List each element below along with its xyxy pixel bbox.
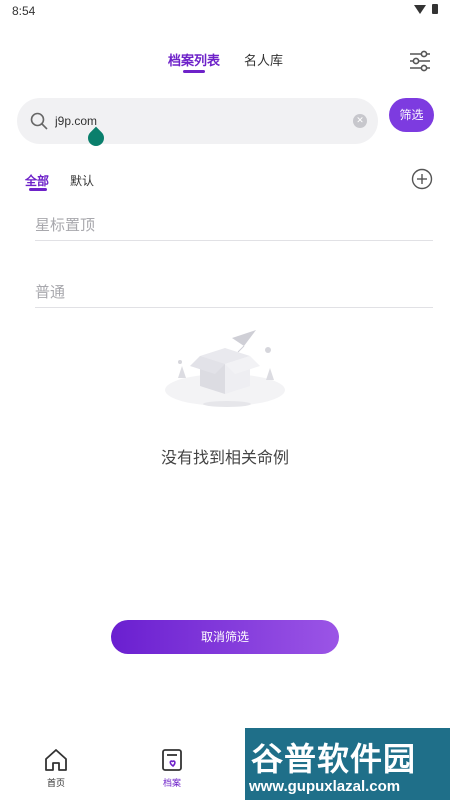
watermark-chinese-text: 谷普软件园 <box>251 740 417 778</box>
archive-icon <box>162 749 182 771</box>
add-category-icon[interactable] <box>411 168 433 190</box>
home-icon <box>45 749 67 771</box>
status-time: 8:54 <box>12 4 36 18</box>
nav-item-archive[interactable]: 档案 <box>142 740 202 789</box>
settings-sliders-icon[interactable] <box>408 50 432 72</box>
category-tab-all[interactable]: 全部 <box>25 172 49 189</box>
search-box[interactable]: ✕ <box>17 98 378 144</box>
clear-search-icon[interactable]: ✕ <box>353 114 367 128</box>
active-tab-indicator <box>183 70 205 73</box>
empty-box-illustration-icon <box>165 330 285 407</box>
section-normal: 普通 <box>35 281 433 308</box>
nav-item-home[interactable]: 首页 <box>26 740 86 789</box>
tab-celebrity-library[interactable]: 名人库 <box>244 50 283 69</box>
filter-button[interactable]: 筛选 <box>389 98 434 132</box>
watermark-logo: 谷普软件园 www.gupuxlazal.com <box>245 728 450 800</box>
header-tabs: 档案列表 名人库 <box>0 50 450 74</box>
status-bar: 8:54 <box>0 0 450 22</box>
category-tab-default[interactable]: 默认 <box>70 172 94 189</box>
empty-state-text: 没有找到相关命例 <box>160 448 289 467</box>
wifi-icon <box>414 4 426 14</box>
watermark-url: www.gupuxlazal.com <box>249 778 401 795</box>
section-starred-top: 星标置顶 <box>35 214 433 241</box>
status-icons <box>414 4 438 14</box>
nav-label-archive: 档案 <box>162 779 181 789</box>
tab-archive-list[interactable]: 档案列表 <box>168 50 220 69</box>
battery-icon <box>432 4 438 14</box>
cancel-filter-button[interactable]: 取消筛选 <box>111 620 339 654</box>
nav-label-home: 首页 <box>46 779 65 789</box>
category-tab-indicator <box>29 188 47 191</box>
search-icon <box>30 112 48 130</box>
